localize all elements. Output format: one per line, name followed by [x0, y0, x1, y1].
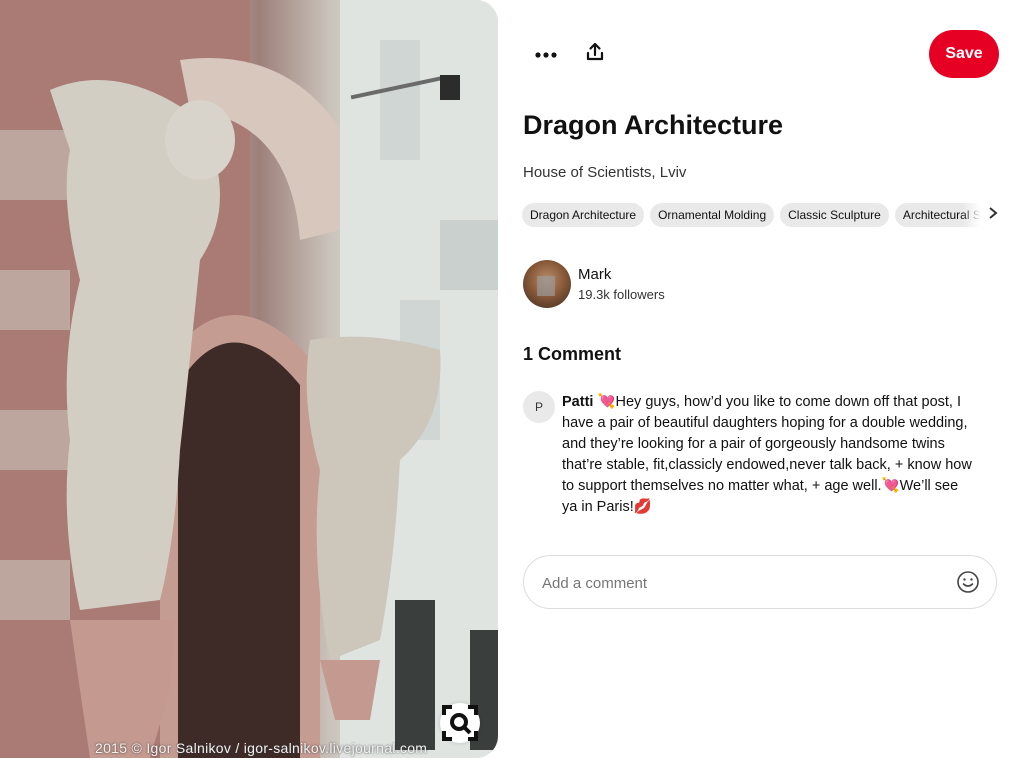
building-facade-illustration — [0, 0, 498, 758]
more-options-button[interactable] — [522, 30, 570, 78]
add-comment-box — [523, 555, 997, 609]
tags-next-button[interactable] — [984, 203, 1002, 227]
creator-avatar[interactable] — [523, 260, 571, 308]
comment-author[interactable]: Patti — [562, 394, 593, 410]
share-button[interactable] — [571, 30, 619, 78]
chevron-right-icon — [988, 206, 998, 225]
image-watermark: 2015 © Igor Salnikov / igor-salnikov.liv… — [95, 740, 428, 756]
add-comment-input[interactable] — [540, 568, 944, 598]
tag-chips: Dragon Architecture Ornamental Molding C… — [522, 203, 984, 229]
tag-chip[interactable]: Ornamental Molding — [650, 203, 775, 227]
creator-followers: 19.3k followers — [578, 287, 665, 302]
share-icon — [585, 42, 605, 67]
comment: Patti 💘Hey guys, how’d you like to come … — [562, 392, 972, 518]
pin-image[interactable]: 2015 © Igor Salnikov / igor-salnikov.liv… — [0, 0, 498, 758]
tag-chip[interactable]: Dragon Architecture — [522, 203, 645, 227]
more-options-icon — [535, 45, 557, 63]
pin-title: Dragon Architecture — [523, 110, 784, 140]
visual-search-button[interactable] — [440, 703, 480, 743]
comment-avatar[interactable]: P — [523, 391, 555, 423]
comments-heading: 1 Comment — [523, 344, 622, 364]
creator-name[interactable]: Mark — [578, 266, 611, 283]
tag-chip[interactable]: Classic Sculpture — [780, 203, 889, 227]
pin-description: House of Scientists, Lviv — [523, 164, 687, 181]
emoji-icon[interactable] — [956, 570, 980, 594]
save-button[interactable]: Save — [929, 30, 999, 78]
pin-details-panel: Save Dragon Architecture House of Scient… — [498, 0, 1010, 758]
comment-text: 💘Hey guys, how’d you like to come down o… — [562, 394, 972, 515]
